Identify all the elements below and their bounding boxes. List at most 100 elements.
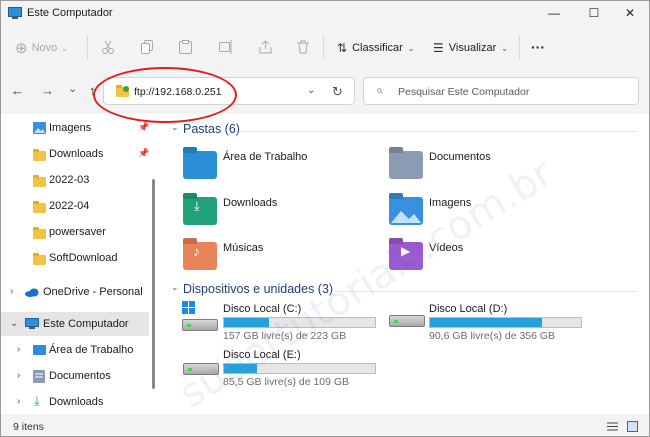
folder-item-videos[interactable]: ▶ Vídeos xyxy=(385,234,585,274)
folder-item-imagens[interactable]: Imagens xyxy=(385,189,585,229)
drive-free-space: 90,6 GB livre(s) de 356 GB xyxy=(429,330,556,342)
address-input[interactable]: ftp://192.168.0.251 xyxy=(134,86,222,98)
view-button[interactable]: ☰ Visualizar ⌄ xyxy=(433,41,508,55)
minimize-button[interactable]: — xyxy=(535,2,573,24)
chevron-down-icon: ⌄ xyxy=(407,43,415,53)
copy-icon[interactable] xyxy=(141,40,154,54)
drive-item-e[interactable]: Disco Local (E:) 85,5 GB livre(s) de 109… xyxy=(179,345,379,389)
drive-item-c[interactable]: Disco Local (C:) 157 GB livre(s) de 223 … xyxy=(179,299,379,343)
chevron-down-icon[interactable]: ⌄ xyxy=(171,122,179,133)
navigation-pane: Imagens 📌 Downloads 📌 2022-03 2022-04 po… xyxy=(1,114,151,414)
folder-label: Vídeos xyxy=(429,242,464,254)
sidebar-item-label: Downloads xyxy=(49,396,104,408)
cloud-icon xyxy=(25,288,39,297)
window-title: Este Computador xyxy=(27,7,113,19)
tiles-view-icon[interactable] xyxy=(627,421,638,432)
folder-item-downloads[interactable]: ⤓ Downloads xyxy=(179,189,379,229)
refresh-button[interactable]: ↻ xyxy=(332,84,343,100)
sidebar-item-label: Downloads xyxy=(49,148,104,160)
sidebar-item-label: Este Computador xyxy=(43,318,129,330)
search-icon: ⌕ xyxy=(376,83,383,97)
sidebar-item-label: OneDrive - Personal xyxy=(43,286,143,298)
chevron-down-icon[interactable]: ⌄ xyxy=(10,318,18,329)
new-button[interactable]: ⊕ Novo ⌄ xyxy=(15,39,68,57)
chevron-right-icon[interactable]: › xyxy=(17,396,20,407)
close-icon: ✕ xyxy=(624,6,636,20)
folder-icon xyxy=(33,253,46,265)
maximize-icon: ☐ xyxy=(588,6,600,20)
sidebar-item-label: Documentos xyxy=(49,370,111,382)
toolbar-divider xyxy=(87,35,88,59)
section-header-drives[interactable]: Dispositivos e unidades (3) xyxy=(183,282,333,296)
sidebar-item-2022-03[interactable]: 2022-03 xyxy=(1,168,149,192)
drive-item-d[interactable]: Disco Local (D:) 90,6 GB livre(s) de 356… xyxy=(385,299,585,343)
chevron-down-icon: ⌄ xyxy=(61,43,68,53)
hard-drive-icon xyxy=(182,319,218,331)
chevron-right-icon[interactable]: › xyxy=(10,286,13,297)
computer-icon xyxy=(8,7,22,19)
close-button[interactable]: ✕ xyxy=(611,2,649,24)
search-box[interactable]: ⌕ Pesquisar Este Computador xyxy=(363,77,639,105)
chevron-right-icon[interactable]: › xyxy=(17,344,20,355)
hard-drive-icon xyxy=(183,363,219,375)
desktop-icon xyxy=(33,345,46,355)
music-note-icon: ♪ xyxy=(193,243,200,259)
chevron-down-icon[interactable]: ⌄ xyxy=(171,282,179,293)
minimize-icon: — xyxy=(548,6,560,20)
pin-icon: 📌 xyxy=(138,148,150,158)
section-divider xyxy=(241,131,637,132)
chevron-down-icon[interactable]: ⌄ xyxy=(307,85,315,96)
sidebar-item-onedrive[interactable]: › OneDrive - Personal xyxy=(1,280,149,304)
sidebar-item-label: Imagens xyxy=(49,122,92,134)
plus-icon: ⊕ xyxy=(15,40,28,57)
new-button-label: Novo xyxy=(31,42,58,54)
folder-icon xyxy=(33,201,46,213)
mountain-icon xyxy=(391,211,421,223)
paste-icon[interactable] xyxy=(179,40,192,54)
details-view-icon[interactable] xyxy=(607,421,618,432)
sidebar-item-label: powersaver xyxy=(49,226,106,238)
sidebar-item-downloads[interactable]: › ⤓ Downloads xyxy=(1,390,149,414)
folder-item-musicas[interactable]: ♪ Músicas xyxy=(179,234,379,274)
item-count: 9 itens xyxy=(13,421,44,433)
sidebar-item-este-computador[interactable]: ⌄ Este Computador xyxy=(1,312,149,336)
toolbar-divider xyxy=(323,35,324,59)
sidebar-scrollbar-thumb[interactable] xyxy=(152,179,155,389)
sidebar-item-documentos[interactable]: › Documentos xyxy=(1,364,149,388)
status-bar: 9 itens xyxy=(1,415,649,436)
back-button[interactable]: ← xyxy=(11,83,24,98)
drive-free-space: 157 GB livre(s) de 223 GB xyxy=(223,330,347,342)
sidebar-item-imagens[interactable]: Imagens 📌 xyxy=(1,116,149,140)
search-input[interactable]: Pesquisar Este Computador xyxy=(398,86,529,98)
folder-label: Área de Trabalho xyxy=(223,151,308,163)
command-bar xyxy=(1,29,649,67)
play-icon: ▶ xyxy=(401,244,411,258)
sidebar-item-2022-04[interactable]: 2022-04 xyxy=(1,194,149,218)
sort-button[interactable]: ⇅ Classificar ⌄ xyxy=(337,41,415,55)
sidebar-item-area-de-trabalho[interactable]: › Área de Trabalho xyxy=(1,338,149,362)
folder-item-area-de-trabalho[interactable]: Área de Trabalho xyxy=(179,143,379,183)
cut-icon[interactable] xyxy=(101,40,115,54)
computer-icon xyxy=(25,318,39,329)
drive-usage-fill xyxy=(430,318,543,327)
more-options-button[interactable]: ··· xyxy=(531,39,545,55)
up-button[interactable]: ↑ xyxy=(89,83,96,98)
delete-icon[interactable] xyxy=(297,40,309,54)
section-divider xyxy=(335,291,637,292)
chevron-right-icon[interactable]: › xyxy=(17,370,20,381)
section-header-folders[interactable]: Pastas (6) xyxy=(183,122,240,136)
rename-icon[interactable] xyxy=(219,40,233,54)
forward-button[interactable]: → xyxy=(41,83,54,98)
maximize-button[interactable]: ☐ xyxy=(575,2,613,24)
folder-item-documentos[interactable]: Documentos xyxy=(385,143,585,183)
sidebar-item-downloads-quick[interactable]: Downloads 📌 xyxy=(1,142,149,166)
title-bar: Este Computador — ☐ ✕ xyxy=(1,1,649,27)
desktop-folder-icon xyxy=(183,151,217,179)
toolbar-divider xyxy=(519,35,520,59)
sidebar-item-powersaver[interactable]: powersaver xyxy=(1,220,149,244)
share-icon[interactable] xyxy=(259,40,273,54)
folder-label: Downloads xyxy=(223,197,278,209)
recent-locations-button[interactable]: ⌄ xyxy=(68,82,77,95)
sidebar-item-softdownload[interactable]: SoftDownload xyxy=(1,246,149,270)
address-bar[interactable]: ftp://192.168.0.251 ⌄ ↻ xyxy=(103,77,355,105)
